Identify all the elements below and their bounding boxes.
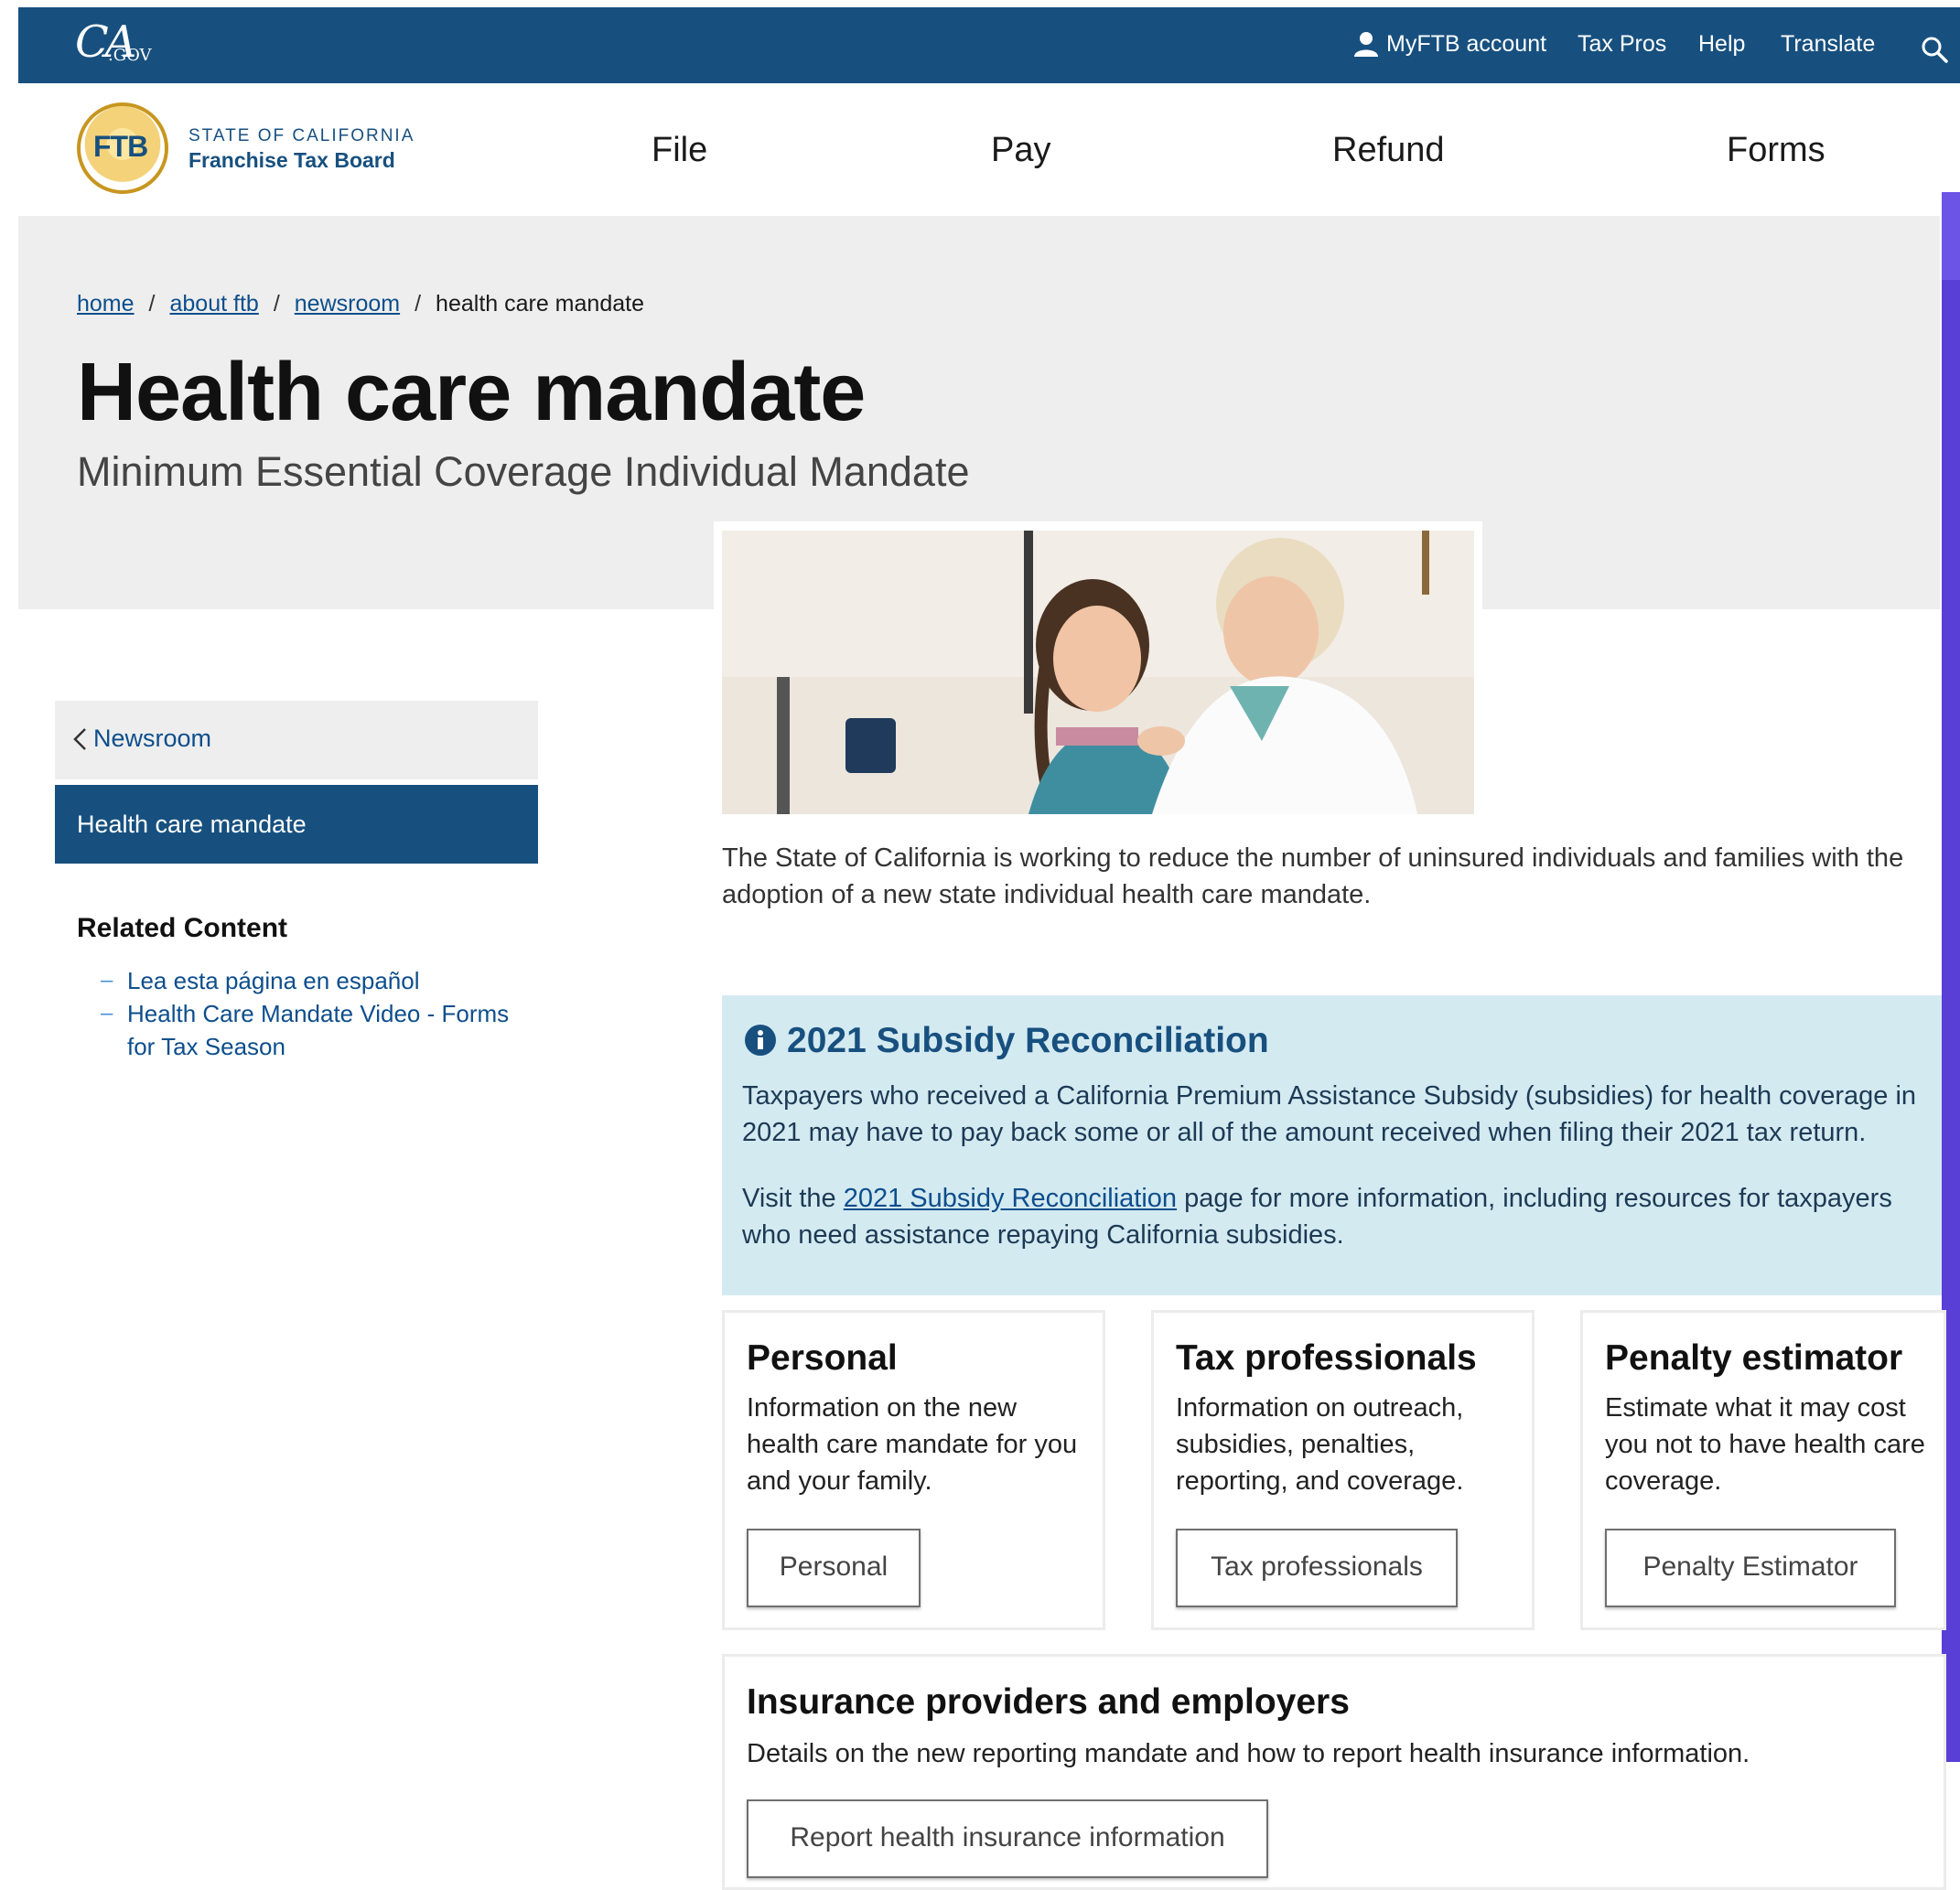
ca-gov-logo[interactable]: CA .GOV bbox=[75, 16, 152, 71]
state-of-california-text: STATE OF CALIFORNIA bbox=[188, 126, 415, 145]
scrollbar-thumb[interactable] bbox=[1942, 192, 1960, 280]
personal-button[interactable]: Personal bbox=[747, 1529, 921, 1607]
card-title: Insurance providers and employers bbox=[747, 1682, 1350, 1722]
related-link-video[interactable]: Health Care Mandate Video - Forms for Ta… bbox=[127, 997, 530, 1063]
sidebar-active-label: Health care mandate bbox=[77, 811, 307, 838]
page-subtitle: Minimum Essential Coverage Individual Ma… bbox=[77, 448, 970, 495]
nav-pay[interactable]: Pay bbox=[991, 131, 1050, 170]
info-icon bbox=[745, 1025, 776, 1056]
report-health-insurance-button[interactable]: Report health insurance information bbox=[747, 1799, 1268, 1878]
card-tax-professionals: Tax professionals Information on outreac… bbox=[1151, 1310, 1535, 1630]
myftb-account-link[interactable]: MyFTB account bbox=[1386, 31, 1546, 58]
agency-name[interactable]: Franchise Tax Board bbox=[188, 148, 395, 173]
breadcrumb-about-ftb[interactable]: about ftb bbox=[170, 291, 259, 317]
sidebar-item-health-care-mandate[interactable]: Health care mandate bbox=[55, 785, 538, 864]
breadcrumb-newsroom[interactable]: newsroom bbox=[295, 291, 400, 317]
card-title: Tax professionals bbox=[1176, 1338, 1477, 1378]
card-title: Personal bbox=[747, 1338, 898, 1378]
alert-paragraph-link: Visit the 2021 Subsidy Reconciliation pa… bbox=[742, 1180, 1922, 1253]
alert-text: Visit the bbox=[742, 1184, 844, 1213]
tax-pros-link[interactable]: Tax Pros bbox=[1578, 31, 1666, 58]
breadcrumb-current: health care mandate bbox=[436, 291, 644, 317]
breadcrumb: home / about ftb / newsroom / health care mand… bbox=[77, 291, 644, 317]
card-title: Penalty estimator bbox=[1605, 1338, 1903, 1378]
translate-link[interactable]: Translate bbox=[1781, 31, 1875, 58]
help-link[interactable]: Help bbox=[1698, 31, 1745, 58]
card-text: Estimate what it may cost you not to hav… bbox=[1605, 1393, 1925, 1496]
card-text: Details on the new reporting mandate and… bbox=[747, 1739, 1750, 1768]
related-link-spanish[interactable]: Lea esta página en español bbox=[127, 964, 530, 997]
sidebar-back-label: Newsroom bbox=[93, 725, 212, 752]
tax-professionals-button[interactable]: Tax professionals bbox=[1176, 1529, 1458, 1607]
breadcrumb-home[interactable]: home bbox=[77, 291, 135, 317]
card-text: Information on outreach, subsidies, pena… bbox=[1176, 1393, 1464, 1496]
chevron-left-icon bbox=[73, 728, 86, 750]
card-personal: Personal Information on the new health c… bbox=[722, 1310, 1105, 1630]
doctor-patient-photo bbox=[722, 531, 1474, 814]
alert-title: 2021 Subsidy Reconciliation bbox=[787, 1021, 1269, 1060]
list-bullet: – bbox=[101, 968, 113, 993]
subsidy-reconciliation-link[interactable]: 2021 Subsidy Reconciliation bbox=[844, 1184, 1177, 1213]
sidebar-back-newsroom[interactable]: Newsroom bbox=[55, 701, 538, 779]
related-content-heading: Related Content bbox=[77, 913, 288, 943]
list-bullet: – bbox=[101, 1001, 113, 1026]
user-icon bbox=[1354, 32, 1378, 57]
page-title: Health care mandate bbox=[77, 347, 866, 438]
alert-paragraph: Taxpayers who received a California Prem… bbox=[742, 1081, 1917, 1147]
nav-refund[interactable]: Refund bbox=[1332, 131, 1445, 170]
card-text: Information on the new health care manda… bbox=[747, 1393, 1078, 1496]
card-insurance-providers: Insurance providers and employers Detail… bbox=[722, 1654, 1946, 1890]
nav-forms[interactable]: Forms bbox=[1727, 131, 1825, 170]
penalty-estimator-button[interactable]: Penalty Estimator bbox=[1605, 1529, 1896, 1607]
card-penalty-estimator: Penalty estimator Estimate what it may c… bbox=[1580, 1310, 1946, 1630]
ftb-logo-text: FTB bbox=[93, 130, 148, 163]
search-icon[interactable] bbox=[1920, 35, 1949, 64]
intro-text: The State of California is working to re… bbox=[722, 843, 1904, 909]
top-utility-bar bbox=[18, 7, 1960, 83]
ftb-seal-logo[interactable]: FTB bbox=[77, 102, 168, 194]
nav-file[interactable]: File bbox=[652, 131, 707, 170]
